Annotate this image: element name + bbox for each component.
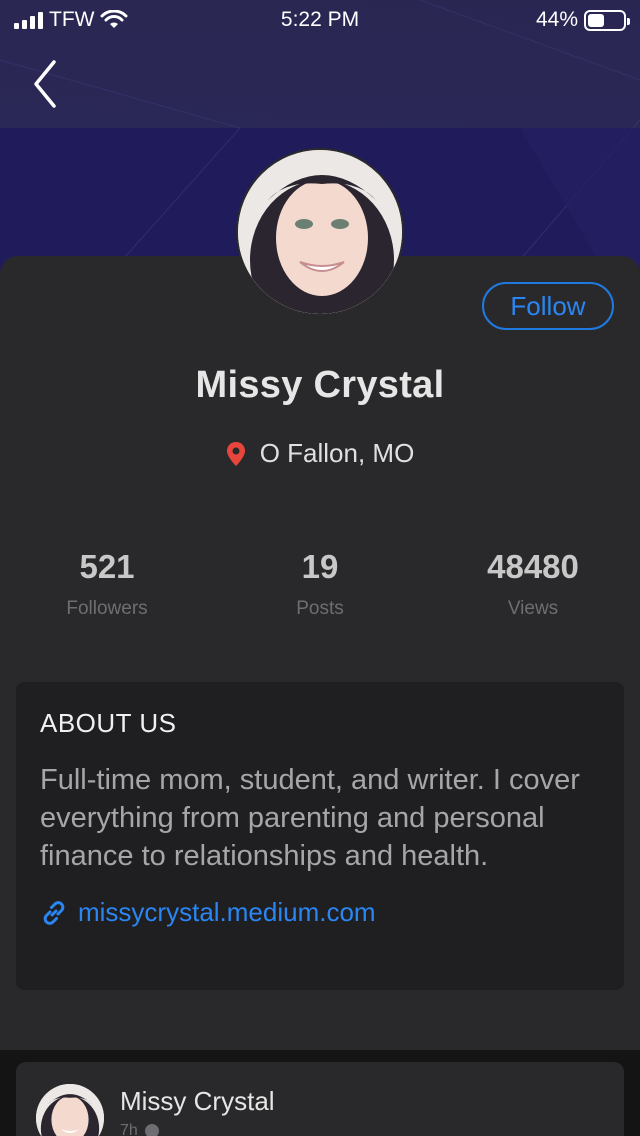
- stat-views[interactable]: 48480 Views: [433, 548, 633, 620]
- post-timestamp: 7h: [120, 1122, 160, 1136]
- profile-location: O Fallon, MO: [0, 438, 640, 469]
- stat-label: Views: [507, 598, 559, 619]
- post-card[interactable]: [16, 1062, 624, 1136]
- profile-name: Missy Crystal: [195, 364, 445, 406]
- follow-button[interactable]: Follow: [482, 282, 614, 330]
- avatar-photo: [238, 150, 402, 314]
- about-heading: ABOUT US: [40, 708, 177, 738]
- status-bar: TFW 5:22 PM 44%: [0, 0, 640, 40]
- website-link-text: missycrystal.medium.com: [78, 897, 376, 927]
- battery-percent: 44%: [535, 8, 578, 31]
- stat-value: 521: [79, 548, 135, 585]
- link-icon: [43, 900, 65, 925]
- stat-value: 48480: [487, 548, 579, 585]
- battery-icon: [584, 9, 630, 31]
- stat-label: Posts: [296, 598, 344, 619]
- stat-followers[interactable]: 521 Followers: [7, 548, 207, 620]
- stat-posts[interactable]: 19 Posts: [220, 548, 420, 620]
- post-author-name[interactable]: Missy Crystal: [120, 1086, 275, 1117]
- chevron-left-icon[interactable]: [30, 58, 62, 110]
- post-time-text: 7h: [120, 1122, 138, 1136]
- stat-value: 19: [301, 548, 339, 585]
- status-right: 44%: [535, 8, 630, 32]
- about-section: ABOUT US Full-time mom, student, and wri…: [16, 682, 624, 990]
- profile-avatar[interactable]: [236, 148, 404, 316]
- website-link[interactable]: missycrystal.medium.com: [40, 897, 600, 928]
- stat-label: Followers: [66, 598, 148, 619]
- globe-icon: [144, 1124, 159, 1136]
- location-text: O Fallon, MO: [259, 438, 415, 468]
- about-bio: Full-time mom, student, and writer. I co…: [40, 764, 580, 872]
- map-pin-icon: [226, 441, 245, 466]
